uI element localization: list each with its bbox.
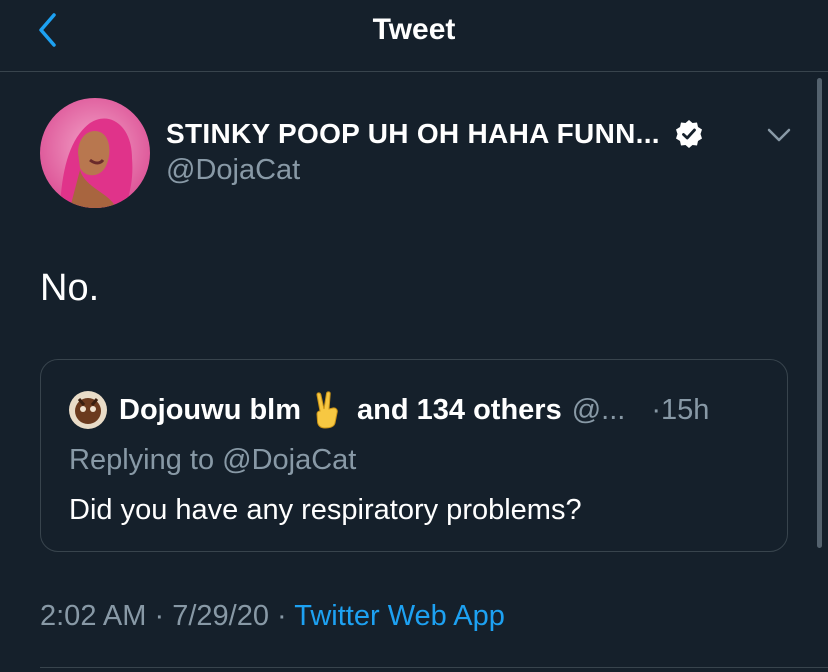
tweet-time: 2:02 AM xyxy=(40,600,147,632)
quoted-handle: @... xyxy=(571,393,626,426)
chevron-down-icon[interactable] xyxy=(764,120,794,150)
replying-to: Replying to @DojaCat xyxy=(69,444,357,476)
avatar[interactable] xyxy=(40,98,150,208)
top-bar: Tweet xyxy=(0,0,828,72)
tweet-date: 7/29/20 xyxy=(172,600,269,632)
scrollbar[interactable] xyxy=(817,78,822,548)
quoted-avatar xyxy=(69,391,107,429)
victory-hand-emoji xyxy=(316,391,338,429)
author-name-row[interactable]: STINKY POOP UH OH HAHA FUNN... xyxy=(166,114,704,154)
quoted-tweet-text: Did you have any respiratory problems? xyxy=(69,494,582,526)
quoted-tweet-header: Dojouwu blm and 134 others @... ·15h xyxy=(69,390,709,430)
page-title: Tweet xyxy=(372,13,456,46)
quoted-tweet[interactable]: Dojouwu blm and 134 others @... ·15h Rep… xyxy=(40,359,788,552)
author-handle[interactable]: @DojaCat xyxy=(166,154,300,187)
quoted-others-count: and 134 others xyxy=(357,393,562,426)
verified-badge-icon xyxy=(675,120,702,148)
tweet-metadata: 2:02 AM · 7/29/20 · Twitter Web App xyxy=(40,600,505,633)
quoted-avatar-image xyxy=(69,391,107,429)
avatar-image xyxy=(40,98,150,208)
tweet-text: No. xyxy=(40,267,100,309)
quoted-author-name: Dojouwu blm xyxy=(119,393,302,426)
divider xyxy=(40,667,828,668)
author-name[interactable]: STINKY POOP UH OH HAHA FUNN... xyxy=(166,118,660,150)
quoted-timestamp: ·15h xyxy=(651,393,710,426)
meta-separator: · xyxy=(154,600,165,632)
tweet-source-link[interactable]: Twitter Web App xyxy=(294,600,505,632)
meta-separator: · xyxy=(277,600,287,632)
